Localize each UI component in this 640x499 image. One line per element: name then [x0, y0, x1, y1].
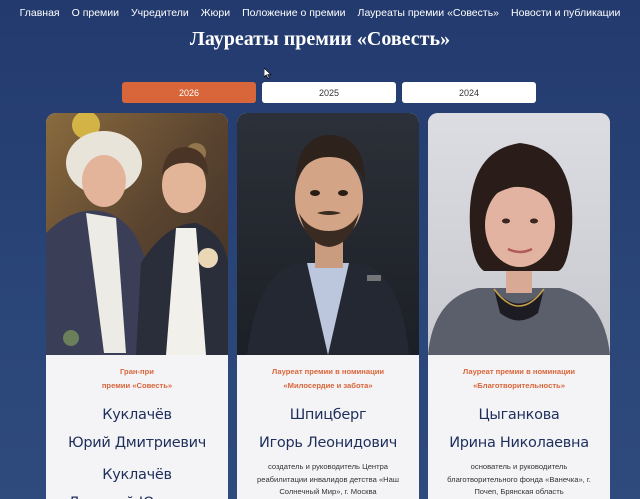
nav-item-about[interactable]: О премии	[72, 7, 119, 19]
laureate-nomination: Лауреат премии в номинации	[462, 367, 576, 376]
laureate-description: благотворительного фонда «Ванечка», г.	[447, 474, 591, 484]
laureate-description: реабилитации инвалидов детства «Наш	[257, 474, 399, 484]
laureate-description: создатель и руководитель Центра	[267, 462, 389, 471]
laureate-name: Цыганкова	[478, 407, 560, 423]
laureate-name: Ирина Николаевна	[449, 435, 589, 451]
laureates-list: Гран-при премии «Совесть» Куклачёв Юрий …	[46, 113, 610, 499]
nav-item-laureates[interactable]: Лауреаты премии «Совесть»	[358, 7, 499, 19]
laureate-card[interactable]: Лауреат премии в номинации «Милосердие и…	[237, 113, 419, 499]
laureate-nomination: Лауреат премии в номинации	[271, 367, 385, 376]
laureate-description: Солнечный Мир», г. Москва	[279, 487, 377, 496]
laureate-name: Юрий Дмитриевич	[67, 435, 207, 451]
tab-year-2025[interactable]: 2025	[262, 82, 396, 103]
laureate-nomination: «Благотворительность»	[473, 381, 565, 390]
laureate-card[interactable]: Гран-при премии «Совесть» Куклачёв Юрий …	[46, 113, 228, 499]
laureate-photo	[428, 113, 610, 355]
nav-item-regulations[interactable]: Положение о премии	[242, 7, 345, 19]
laureate-name: Дмитрий Юрьевич	[54, 489, 220, 499]
tab-year-2024[interactable]: 2024	[402, 82, 536, 103]
laureate-description: Почеп, Брянская область	[474, 487, 564, 496]
laureate-name: Игорь Леонидович	[259, 435, 397, 451]
tab-year-2026[interactable]: 2026	[122, 82, 256, 103]
laureate-nomination: «Милосердие и забота»	[283, 381, 373, 390]
laureate-description: основатель и руководитель	[470, 462, 568, 471]
laureate-name: Шпицберг	[289, 407, 367, 423]
nav-item-jury[interactable]: Жюри	[201, 7, 230, 19]
laureate-name: Куклачёв	[102, 467, 172, 483]
mouse-cursor-icon	[264, 68, 272, 79]
page-title: Лауреаты премии «Совесть»	[189, 28, 451, 50]
main-nav: Главная О премии Учредители Жюри Положен…	[0, 0, 640, 26]
laureate-nomination: Гран-при	[120, 367, 154, 376]
year-tabs: 2026 2025 2024	[122, 82, 536, 103]
laureate-nomination: премии «Совесть»	[101, 381, 173, 390]
laureate-photo	[46, 113, 228, 355]
nav-item-founders[interactable]: Учредители	[131, 7, 189, 19]
laureate-card[interactable]: Лауреат премии в номинации «Благотворите…	[428, 113, 610, 499]
nav-item-home[interactable]: Главная	[20, 7, 60, 19]
laureate-name: Куклачёв	[102, 407, 172, 423]
nav-item-news[interactable]: Новости и публикации	[511, 7, 620, 19]
laureate-photo	[237, 113, 419, 355]
